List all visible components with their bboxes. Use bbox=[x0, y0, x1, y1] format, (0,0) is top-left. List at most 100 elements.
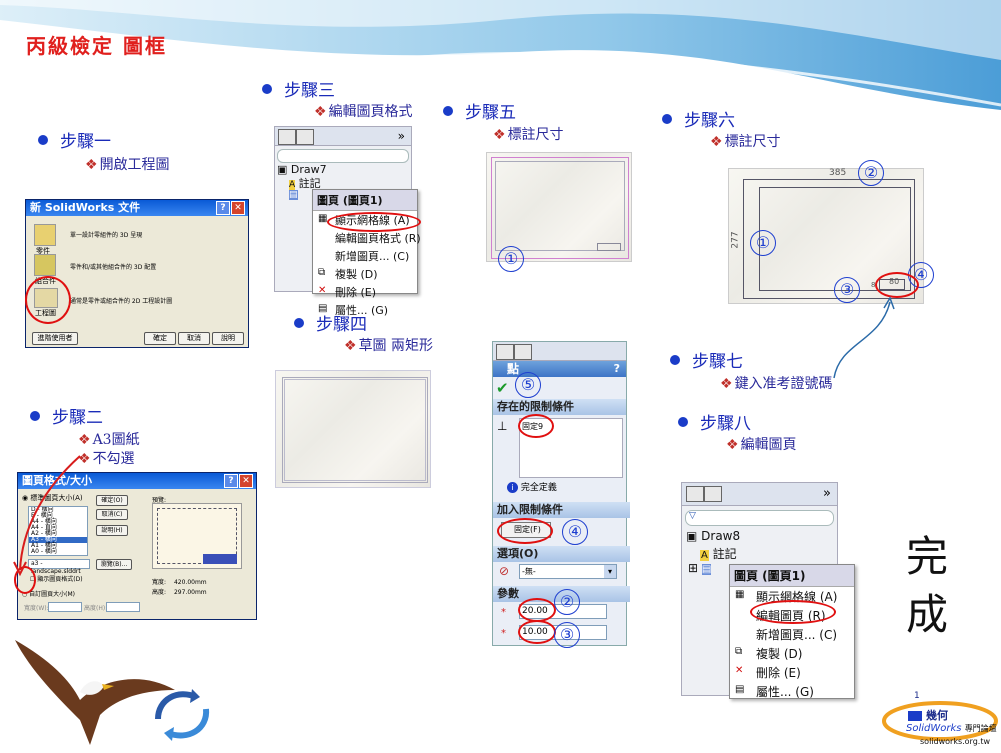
existing-relations-header[interactable]: 存在的限制條件 bbox=[493, 399, 626, 415]
filter-field[interactable] bbox=[277, 149, 409, 163]
height-value: 297.00mm bbox=[173, 589, 207, 596]
step3-heading: 步驟三 bbox=[262, 76, 335, 101]
pm-title-bar: 點? bbox=[493, 361, 626, 377]
menu-item-label: 屬性... (G) bbox=[335, 304, 389, 317]
assembly-icon[interactable] bbox=[34, 254, 56, 276]
step3-sub: ❖ 編輯圖頁格式 bbox=[314, 101, 413, 121]
options-select[interactable]: -無- ▾ bbox=[519, 564, 617, 579]
tree-root[interactable]: ▣ Draw8 bbox=[686, 529, 740, 543]
step7-sub: ❖ 鍵入准考證號碼 bbox=[720, 373, 833, 393]
menu-add-sheet[interactable]: 新增圖頁... (C) bbox=[730, 625, 854, 644]
callout-number: ② bbox=[858, 160, 884, 186]
property-tab-icon[interactable] bbox=[704, 486, 722, 502]
preview-title-block bbox=[203, 554, 237, 564]
expand-icon[interactable]: » bbox=[823, 486, 831, 501]
custom-width-field[interactable] bbox=[48, 602, 82, 612]
expand-icon[interactable]: » bbox=[398, 129, 405, 143]
menu-delete[interactable]: ✕ 刪除 (E) bbox=[730, 663, 854, 682]
custom-height-label: 高度(H): bbox=[84, 605, 108, 612]
width-readout: 寬度: 420.00mm bbox=[152, 577, 207, 586]
highlight-oval bbox=[518, 598, 556, 622]
step2-label: 步驟二 bbox=[52, 408, 103, 428]
title-box bbox=[597, 243, 621, 251]
menu-item-label: 編輯圖頁格式 (R) bbox=[335, 232, 421, 245]
bullet-icon bbox=[443, 106, 453, 116]
tree-annotations[interactable]: A 註記 bbox=[700, 545, 737, 562]
arrow-annotation bbox=[13, 455, 81, 577]
step1-sub-0: 開啟工程圖 bbox=[99, 157, 170, 173]
options-header[interactable]: 選項(O) bbox=[493, 546, 630, 562]
help-icon[interactable]: ? bbox=[614, 361, 620, 377]
assembly-desc: 零件和/或其他組合件的 3D 配置 bbox=[70, 264, 157, 271]
help-icon[interactable]: ? bbox=[216, 201, 230, 215]
tree-sheet[interactable]: ▤ bbox=[289, 187, 298, 200]
custom-width-label: 寬度(W): bbox=[24, 605, 49, 612]
step3-label: 步驟三 bbox=[284, 81, 335, 101]
options-value: -無- bbox=[522, 567, 536, 576]
dimension-width[interactable]: 385 bbox=[829, 168, 846, 178]
diamond-bullet-icon: ❖ bbox=[314, 104, 327, 120]
menu-copy[interactable]: ⧉ 複製 (D) bbox=[313, 265, 417, 283]
menu-properties[interactable]: ▤ 屬性... (G) bbox=[730, 682, 854, 701]
menu-properties[interactable]: ▤ 屬性... (G) bbox=[313, 301, 417, 319]
tree-sheet[interactable]: ⊞ ▤ bbox=[688, 561, 712, 575]
feature-tree-tab-icon[interactable] bbox=[278, 129, 296, 145]
step8-sub: ❖ 編輯圖頁 bbox=[726, 434, 797, 454]
ok-button[interactable]: 確定(O) bbox=[96, 495, 128, 506]
tree-root-label: Draw8 bbox=[701, 529, 741, 543]
custom-radio-label: 自訂圖頁大小(M) bbox=[29, 591, 76, 598]
ok-button[interactable]: 確定 bbox=[144, 332, 176, 345]
callout-number: ② bbox=[554, 589, 580, 615]
help-icon[interactable]: ? bbox=[224, 474, 238, 488]
dialog-titlebar: 新 SolidWorks 文件 ? ✕ bbox=[26, 200, 248, 216]
properties-icon: ▤ bbox=[318, 303, 328, 314]
bullet-icon bbox=[670, 355, 680, 365]
callout-number: ① bbox=[498, 246, 524, 272]
feature-tree-tab-icon[interactable] bbox=[686, 486, 704, 502]
menu-copy[interactable]: ⧉ 複製 (D) bbox=[730, 644, 854, 663]
add-relations-header[interactable]: 加入限制條件 bbox=[493, 502, 630, 518]
menu-add-sheet[interactable]: 新增圖頁... (C) bbox=[313, 247, 417, 265]
dialog-title: 新 SolidWorks 文件 bbox=[30, 201, 141, 214]
pm-title: 點 bbox=[507, 362, 520, 376]
step2-sub-0: A3圖紙 bbox=[92, 432, 140, 448]
step3-sub-0: 編輯圖頁格式 bbox=[328, 104, 413, 120]
step5-label: 步驟五 bbox=[465, 103, 516, 123]
feature-tree-tab-icon[interactable] bbox=[496, 344, 514, 360]
step1-sub: ❖ 開啟工程圖 bbox=[85, 154, 170, 174]
step2-sub-1: 不勾選 bbox=[92, 451, 135, 467]
height-readout: 高度: 297.00mm bbox=[152, 587, 207, 596]
copy-icon: ⧉ bbox=[318, 267, 326, 278]
step5-heading: 步驟五 bbox=[443, 98, 516, 123]
highlight-oval bbox=[750, 600, 836, 624]
chevron-down-icon[interactable]: ▾ bbox=[604, 565, 616, 578]
filter-field[interactable]: ▽ bbox=[685, 510, 834, 526]
property-tab-icon[interactable] bbox=[514, 344, 532, 360]
pm-ok-row: ✔ bbox=[493, 377, 626, 399]
ok-check-icon[interactable]: ✔ bbox=[496, 379, 509, 397]
close-icon[interactable]: ✕ bbox=[239, 474, 253, 488]
context-menu-header: 圖頁 (圖頁1) bbox=[730, 565, 854, 587]
close-icon[interactable]: ✕ bbox=[231, 201, 245, 215]
diamond-bullet-icon: ❖ bbox=[85, 157, 98, 173]
advanced-button[interactable]: 進階使用者 bbox=[32, 332, 78, 345]
info-icon: i bbox=[507, 482, 518, 493]
part-desc: 單一設計零組件的 3D 呈現 bbox=[70, 232, 143, 239]
menu-delete[interactable]: ✕ 刪除 (E) bbox=[313, 283, 417, 301]
cancel-button[interactable]: 取消 bbox=[178, 332, 210, 345]
part-icon[interactable] bbox=[34, 224, 56, 246]
browse-button[interactable]: 瀏覽(B)... bbox=[96, 559, 132, 570]
diamond-bullet-icon: ❖ bbox=[78, 432, 91, 448]
highlight-oval bbox=[518, 414, 554, 438]
step6-sub-0: 標註尺寸 bbox=[724, 134, 781, 150]
grid-icon: ▦ bbox=[735, 589, 745, 600]
custom-height-field[interactable] bbox=[106, 602, 140, 612]
construction-icon: ⊘ bbox=[499, 564, 510, 578]
help-button[interactable]: 說明(H) bbox=[96, 525, 128, 536]
sketch-rectangle-inner bbox=[495, 161, 625, 251]
help-button[interactable]: 說明 bbox=[212, 332, 244, 345]
dimension-height[interactable]: 277 bbox=[731, 231, 741, 248]
cancel-button[interactable]: 取消(C) bbox=[96, 509, 128, 520]
property-tab-icon[interactable] bbox=[296, 129, 314, 145]
step4-sub: ❖ 草圖 兩矩形 bbox=[344, 335, 433, 355]
